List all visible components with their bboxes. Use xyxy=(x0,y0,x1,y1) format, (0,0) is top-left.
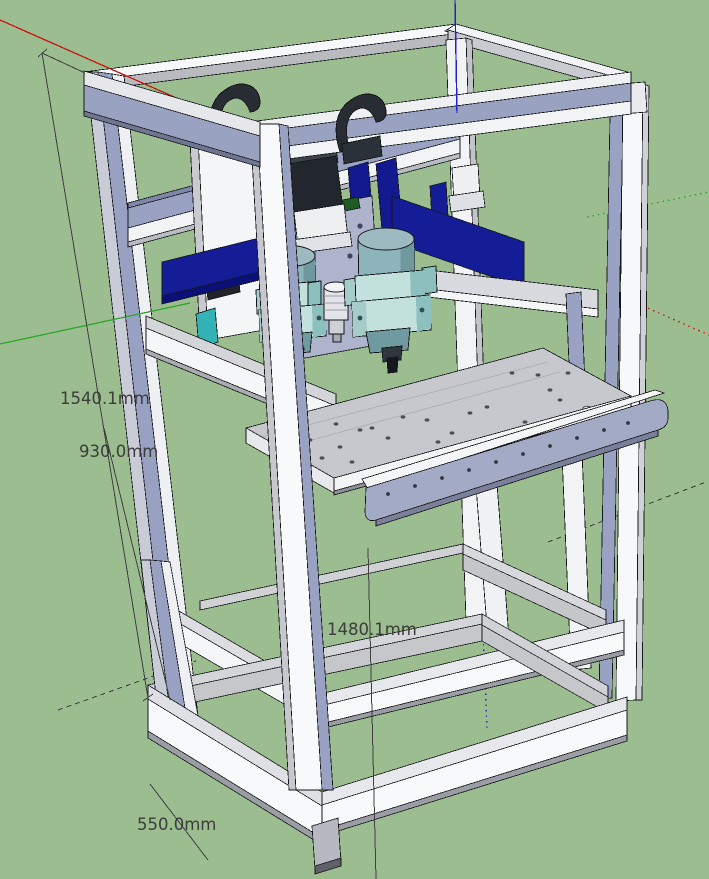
dim-label-table-height: 930.0mm xyxy=(79,442,158,461)
dim-label-depth: 1480.1mm xyxy=(327,620,417,639)
spindle-right-bit xyxy=(386,356,399,374)
tool-holder-lower xyxy=(328,319,345,335)
dim-label-width: 550.0mm xyxy=(137,815,216,834)
spindle-right-top xyxy=(357,227,415,251)
spindle-left-clamp-upper-facet xyxy=(307,280,322,308)
tool-holder-tip xyxy=(332,333,342,343)
dim-label-overall-height: 1540.1mm xyxy=(60,389,150,408)
model-canvas[interactable]: 1540.1mm 930.0mm 1480.1mm 550.0mm xyxy=(0,0,709,879)
cad-viewport[interactable]: 1540.1mm 930.0mm 1480.1mm 550.0mm xyxy=(0,0,709,879)
spindle-right-clamp-lower-facet-r xyxy=(416,295,431,332)
